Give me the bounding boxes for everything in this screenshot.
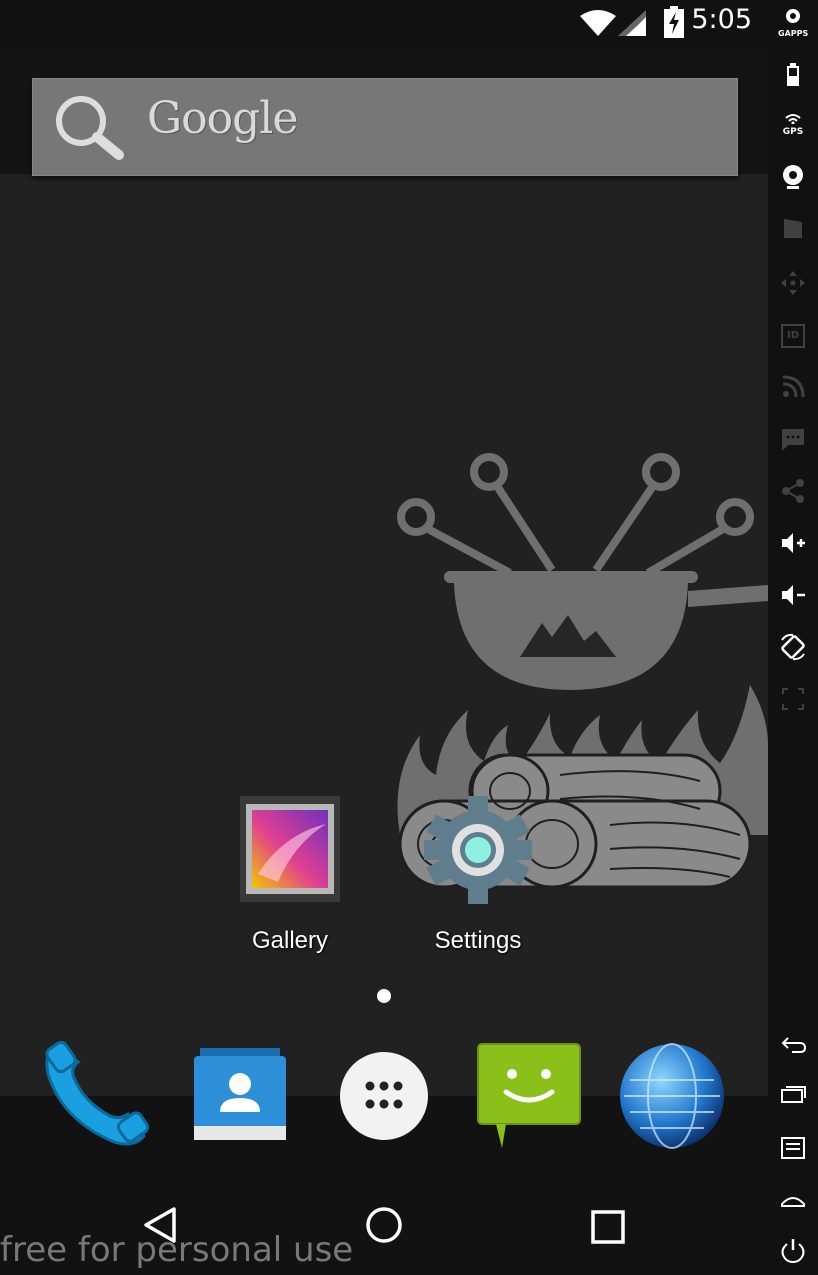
emulator-recents-icon [781,1086,806,1103]
id-label: ID [786,330,800,341]
app-drawer-button[interactable] [340,1052,428,1140]
device-id-button[interactable]: ID [778,320,808,350]
emulator-recents-button[interactable] [778,1080,808,1110]
app-drawer-icon [365,1081,403,1109]
share-button[interactable] [778,476,808,506]
page-indicator [377,989,391,1003]
share-icon [782,479,804,503]
status-bar: 5:05 [0,0,768,48]
google-search-bar[interactable]: Google [32,78,738,176]
battery-charging-icon [664,6,684,38]
emulator-home-icon [781,1197,805,1207]
app-label-gallery: Gallery [251,927,329,954]
recents-icon[interactable] [590,1209,626,1245]
wifi-icon [580,10,616,36]
gps-label: GPS [782,127,804,137]
sms-icon [782,429,804,451]
clapper-button[interactable] [778,214,808,244]
move-button[interactable] [778,268,808,298]
app-gallery[interactable]: Gallery [228,794,352,955]
signal-icon [618,10,646,36]
volume-down-button[interactable] [778,580,808,610]
search-icon [56,96,124,160]
battery-icon [787,63,799,86]
browser-icon[interactable] [616,1040,728,1152]
emulator-power-button[interactable] [778,1236,808,1266]
settings-icon [424,796,532,904]
camera-button[interactable] [778,162,808,192]
move-arrows-icon [781,271,805,295]
gapps-label: GAPPS [778,29,809,38]
battery-button[interactable] [778,60,808,90]
power-icon [781,1239,805,1264]
volume-up-icon [782,533,805,553]
status-time: 5:05 [691,4,752,35]
volume-up-button[interactable] [778,528,808,558]
device-screen: 5:05 Google Gallery Settings free for pe… [0,0,768,1275]
rotate-button[interactable] [778,632,808,662]
google-logo: Google [147,93,298,144]
messaging-icon[interactable] [476,1042,582,1150]
gapps-icon [786,9,800,23]
fullscreen-button[interactable] [778,684,808,714]
phone-icon[interactable] [40,1040,152,1148]
rotate-icon [781,633,805,661]
emulator-back-button[interactable] [778,1028,808,1058]
app-settings[interactable]: Settings [416,794,540,955]
volume-down-icon [782,585,805,605]
contacts-icon[interactable] [190,1048,290,1144]
app-label-settings: Settings [434,927,522,954]
clapperboard-icon [784,219,802,238]
emulator-sidebar: GAPPS GPS ID [768,0,818,1275]
emulator-home-button[interactable] [778,1184,808,1214]
fullscreen-icon [782,688,804,710]
home-icon[interactable] [364,1205,404,1245]
emulator-menu-icon [781,1137,805,1159]
gapps-button[interactable]: GAPPS [778,8,808,38]
watermark: free for personal use [0,1230,354,1270]
emulator-menu-button[interactable] [778,1132,808,1162]
rss-button[interactable] [778,372,808,402]
gallery-icon [240,796,340,902]
emulator-back-icon [781,1037,807,1053]
webcam-icon [783,165,803,189]
sms-button[interactable] [778,424,808,454]
gps-button[interactable]: GPS [778,112,808,142]
rss-icon [782,375,805,398]
gps-signal-icon [785,114,801,125]
id-badge-icon: ID [781,324,805,348]
